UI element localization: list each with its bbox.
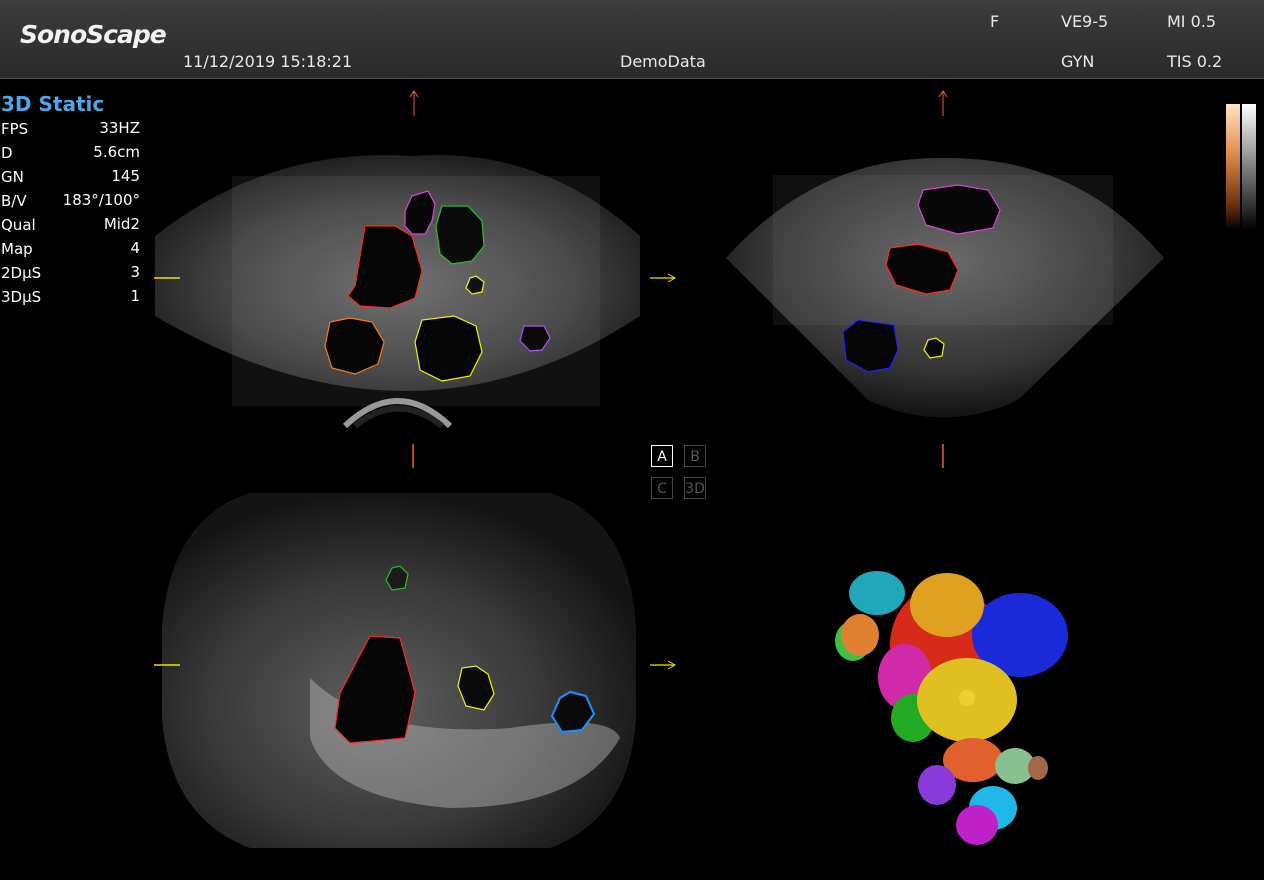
param-value: 33HZ (99, 119, 140, 137)
quadrant-b-view[interactable] (718, 150, 1178, 430)
gray-color-bar (1226, 104, 1256, 230)
param-label: 3DμS (1, 288, 42, 306)
param-value: 145 (111, 167, 140, 185)
exam-preset: GYN (1061, 52, 1095, 71)
quad-button-a[interactable]: A (651, 445, 673, 467)
orientation-arrow-right-c (650, 660, 677, 670)
orientation-arrow-up-b (938, 90, 948, 116)
param-label: GN (1, 168, 24, 186)
tis-readout: TIS 0.2 (1167, 52, 1223, 71)
quadrant-a-view[interactable] (150, 86, 670, 476)
param-label: 2DμS (1, 264, 42, 282)
probe-name: VE9-5 (1061, 12, 1109, 31)
orientation-arrow-right-a (650, 273, 677, 283)
top-bar: SonoScape 11/12/2019 15:18:21 DemoData F… (0, 0, 1264, 79)
patient-name: DemoData (620, 52, 706, 71)
param-value: 183°/100° (62, 191, 140, 209)
quad-button-c[interactable]: C (651, 477, 673, 499)
frequency-indicator: F (990, 12, 1000, 31)
param-value: 4 (130, 239, 140, 257)
param-value: Mid2 (103, 215, 140, 233)
orientation-arrow-up-a (409, 90, 419, 116)
param-value: 5.6cm (93, 143, 140, 161)
param-value: 3 (130, 263, 140, 281)
yellow-marker-c (154, 664, 180, 666)
param-label: B/V (1, 192, 27, 210)
quadrant-c-view[interactable] (150, 478, 650, 860)
param-label: Map (1, 240, 33, 258)
quad-button-b[interactable]: B (684, 445, 706, 467)
param-label: FPS (1, 120, 29, 138)
quad-button-3d[interactable]: 3D (684, 477, 706, 499)
red-marker-b (942, 444, 944, 468)
3d-volume-render[interactable] (820, 560, 1080, 860)
param-label: D (1, 144, 13, 162)
mi-readout: MI 0.5 (1167, 12, 1217, 31)
exam-datetime: 11/12/2019 15:18:21 (183, 52, 353, 71)
yellow-marker-a (154, 277, 180, 279)
param-label: Qual (1, 216, 36, 234)
brand-logo: SonoScape (20, 20, 167, 49)
param-value: 1 (130, 287, 140, 305)
red-marker-a (412, 444, 414, 468)
mode-title: 3D Static (1, 92, 105, 116)
